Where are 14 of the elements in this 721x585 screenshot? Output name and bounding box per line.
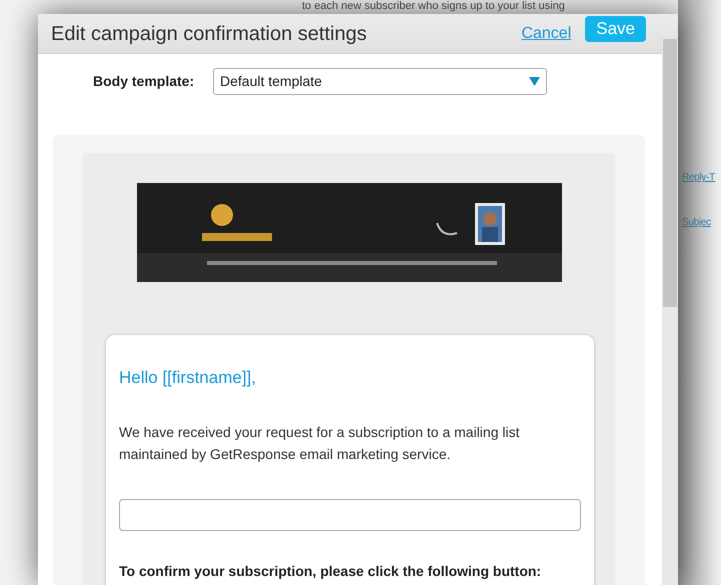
background-link[interactable]: Subjec <box>682 217 715 229</box>
background-text: to each new subscriber who signs up to your list using <box>302 0 565 13</box>
dropdown-arrow-icon <box>529 77 540 86</box>
cancel-link[interactable]: Cancel <box>521 22 572 46</box>
scrollbar[interactable] <box>662 39 678 585</box>
confirm-instruction: To confirm your subscription, please click the following button: <box>119 562 542 581</box>
field-label: Body template: <box>93 72 196 91</box>
save-button[interactable]: Save <box>585 16 646 42</box>
template-select[interactable]: Default template <box>213 68 547 95</box>
input-field[interactable] <box>119 498 581 530</box>
background-link[interactable]: Reply-T <box>682 172 715 184</box>
dialog-title: Edit campaign confirmation settings <box>51 22 368 46</box>
greeting: Hello [[firstname]], <box>119 367 257 389</box>
message-paragraph: We have received your request for a subscription to a mailing list maintained by GetResponse email marketing service. <box>119 422 520 464</box>
